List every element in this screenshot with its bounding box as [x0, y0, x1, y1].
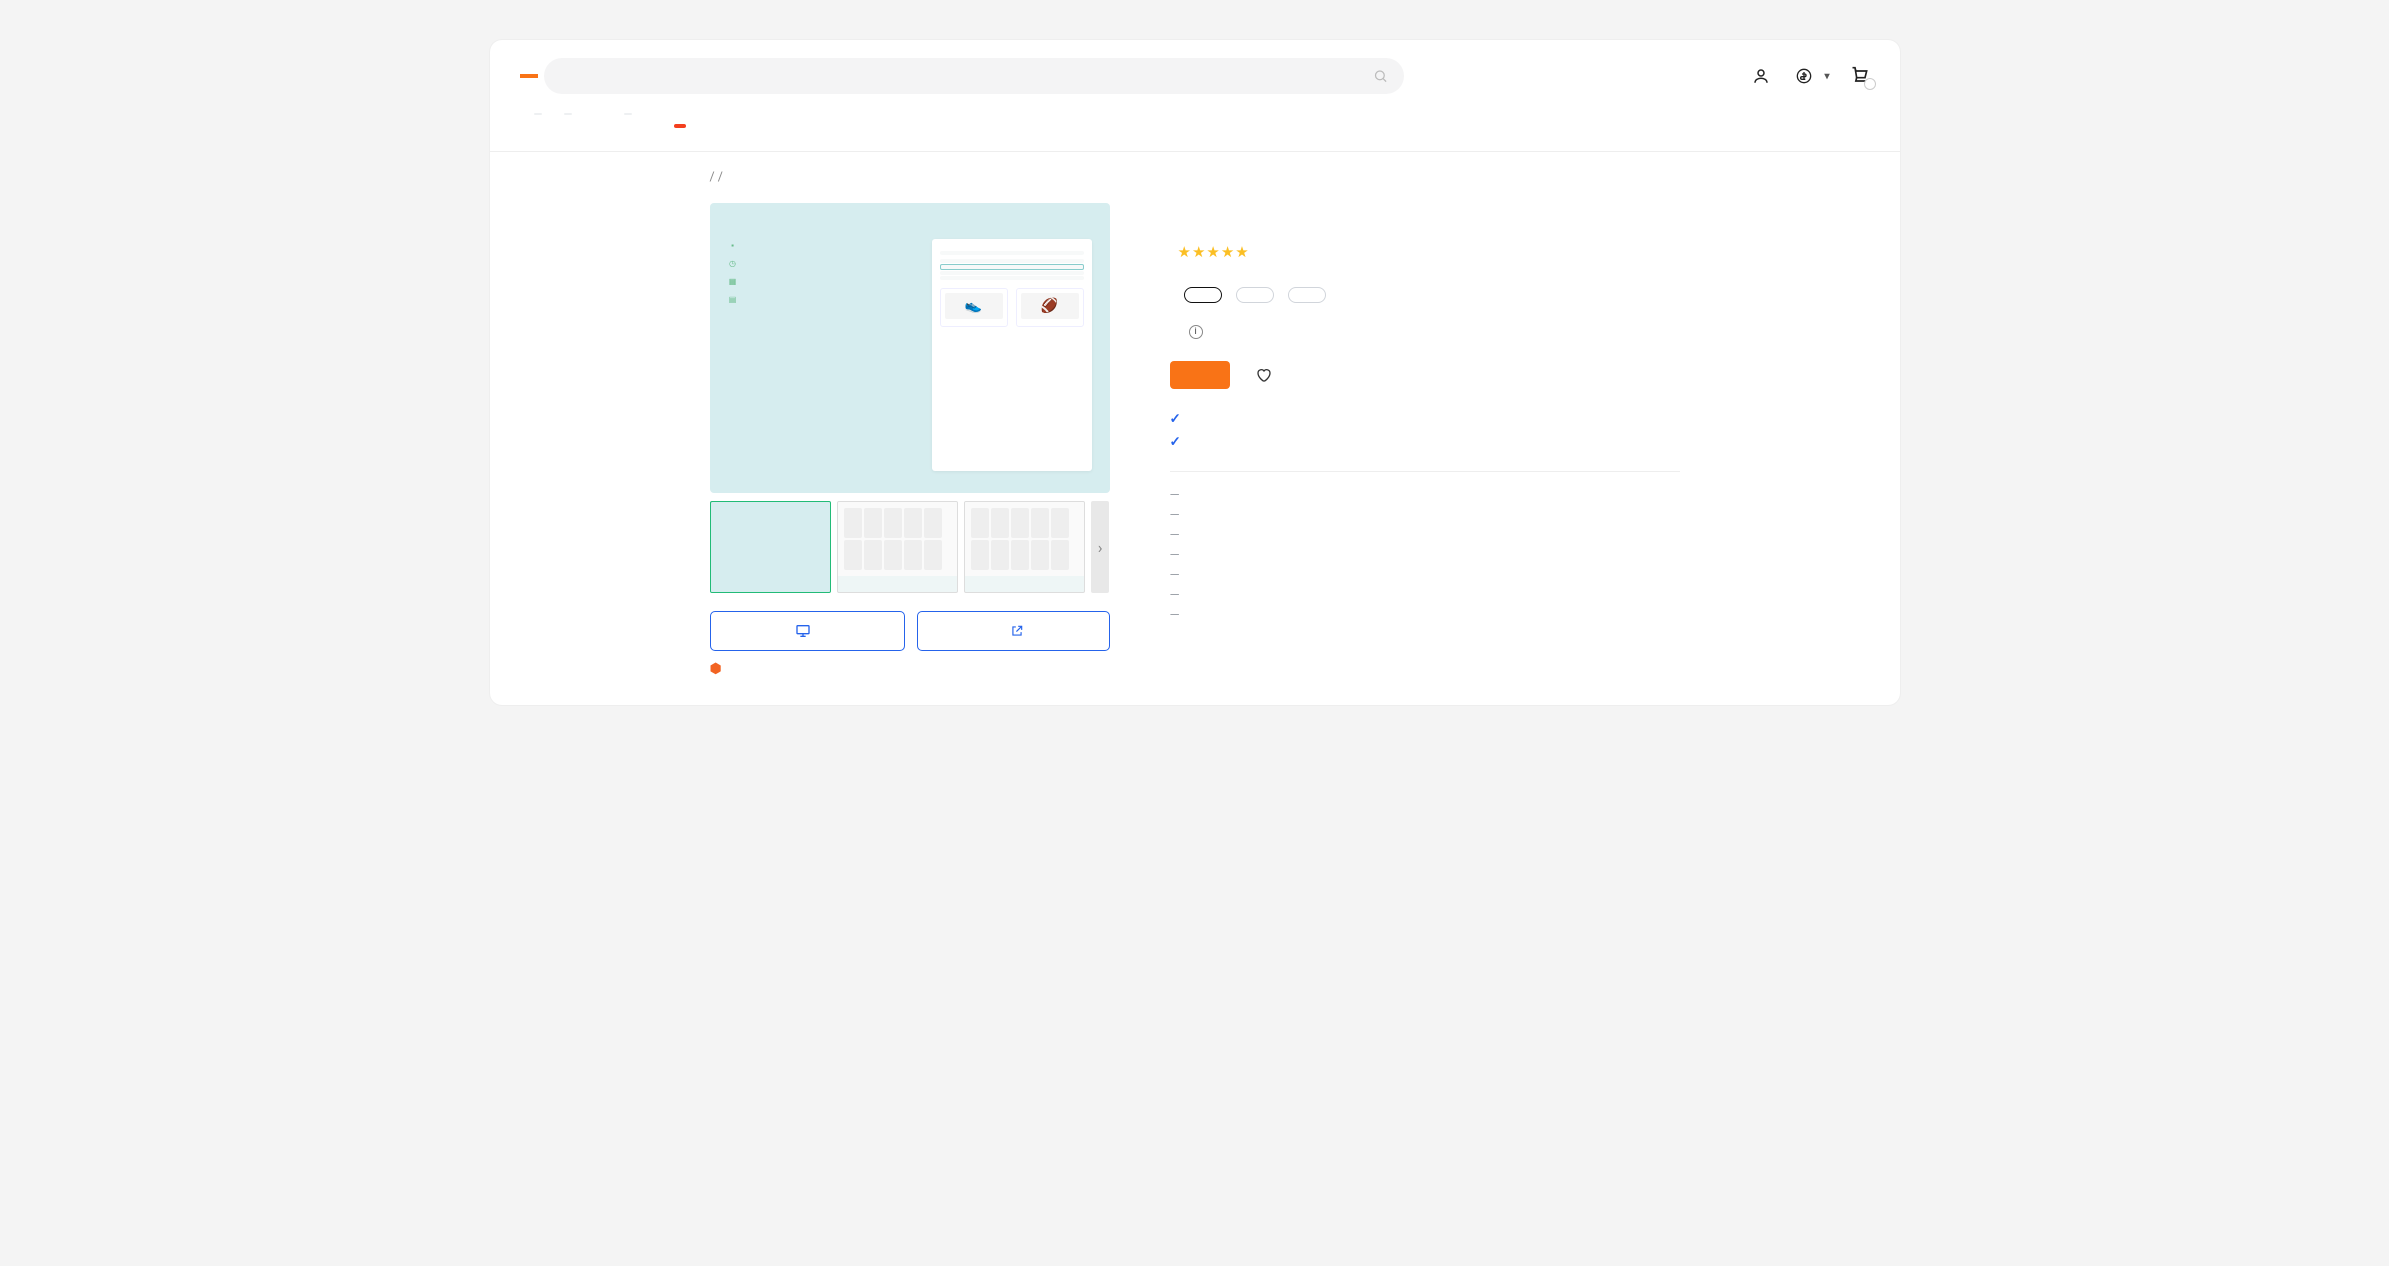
feature-list [1170, 488, 1680, 623]
cart-button[interactable] [1850, 66, 1870, 86]
gallery-panel-mock: 👟 🏈 [932, 239, 1092, 471]
breadcrumb: / / [710, 170, 1680, 185]
bullet-icon: ◷ [728, 259, 738, 269]
heart-icon [1256, 367, 1272, 383]
feature-item [1170, 608, 1680, 623]
compatibility-line: ⬢ [710, 661, 1110, 677]
user-guide-button[interactable] [917, 611, 1110, 651]
nav-badge [534, 113, 542, 115]
feature-item [1170, 588, 1680, 603]
edition-magento-cloud[interactable] [1288, 287, 1326, 303]
feature-item [1170, 508, 1680, 523]
hot-badge [674, 124, 686, 128]
nav-special-offers[interactable] [670, 116, 686, 133]
nav-badge [624, 113, 632, 115]
currency-selector[interactable]: ▾ [1796, 68, 1829, 84]
main-nav [490, 106, 1900, 152]
feature-item [1170, 568, 1680, 583]
edition-enterprise[interactable] [1236, 287, 1274, 303]
magento-icon: ⬢ [710, 661, 722, 677]
search-input[interactable] [544, 58, 1404, 94]
explore-demo-button[interactable] [710, 611, 905, 651]
gallery-next-button[interactable]: › [1091, 501, 1110, 593]
monitor-icon [795, 623, 811, 639]
nav-badge [564, 113, 572, 115]
feature-item [1170, 548, 1680, 563]
check-icon: ✓ [1170, 434, 1181, 450]
bullet-icon: ▪ [728, 241, 738, 251]
feature-item [1170, 528, 1680, 543]
gallery-thumb[interactable] [710, 501, 831, 593]
chevron-down-icon: ▾ [1824, 71, 1829, 82]
gallery-thumb[interactable] [964, 501, 1085, 593]
bullet-icon: ▦ [728, 277, 738, 287]
star-icons: ★★★★★ [1178, 243, 1250, 261]
user-icon [1752, 67, 1770, 85]
pricing-note[interactable]: i [1184, 325, 1203, 339]
search-icon[interactable] [1373, 69, 1388, 84]
gallery-main-image[interactable]: ▪ ◷ ▦ ▤ [710, 203, 1110, 493]
info-icon: i [1189, 325, 1203, 339]
login-link[interactable] [1752, 67, 1776, 85]
add-to-cart-button[interactable] [1170, 361, 1230, 389]
cart-count-badge [1864, 78, 1876, 90]
bullet-icon: ▤ [728, 295, 738, 305]
currency-icon [1796, 68, 1812, 84]
external-link-icon [1010, 624, 1024, 638]
add-to-wishlist-button[interactable] [1256, 367, 1280, 383]
gallery-thumb[interactable] [837, 501, 958, 593]
feature-item [1170, 488, 1680, 503]
edition-community[interactable] [1184, 287, 1222, 303]
check-icon: ✓ [1170, 411, 1181, 427]
